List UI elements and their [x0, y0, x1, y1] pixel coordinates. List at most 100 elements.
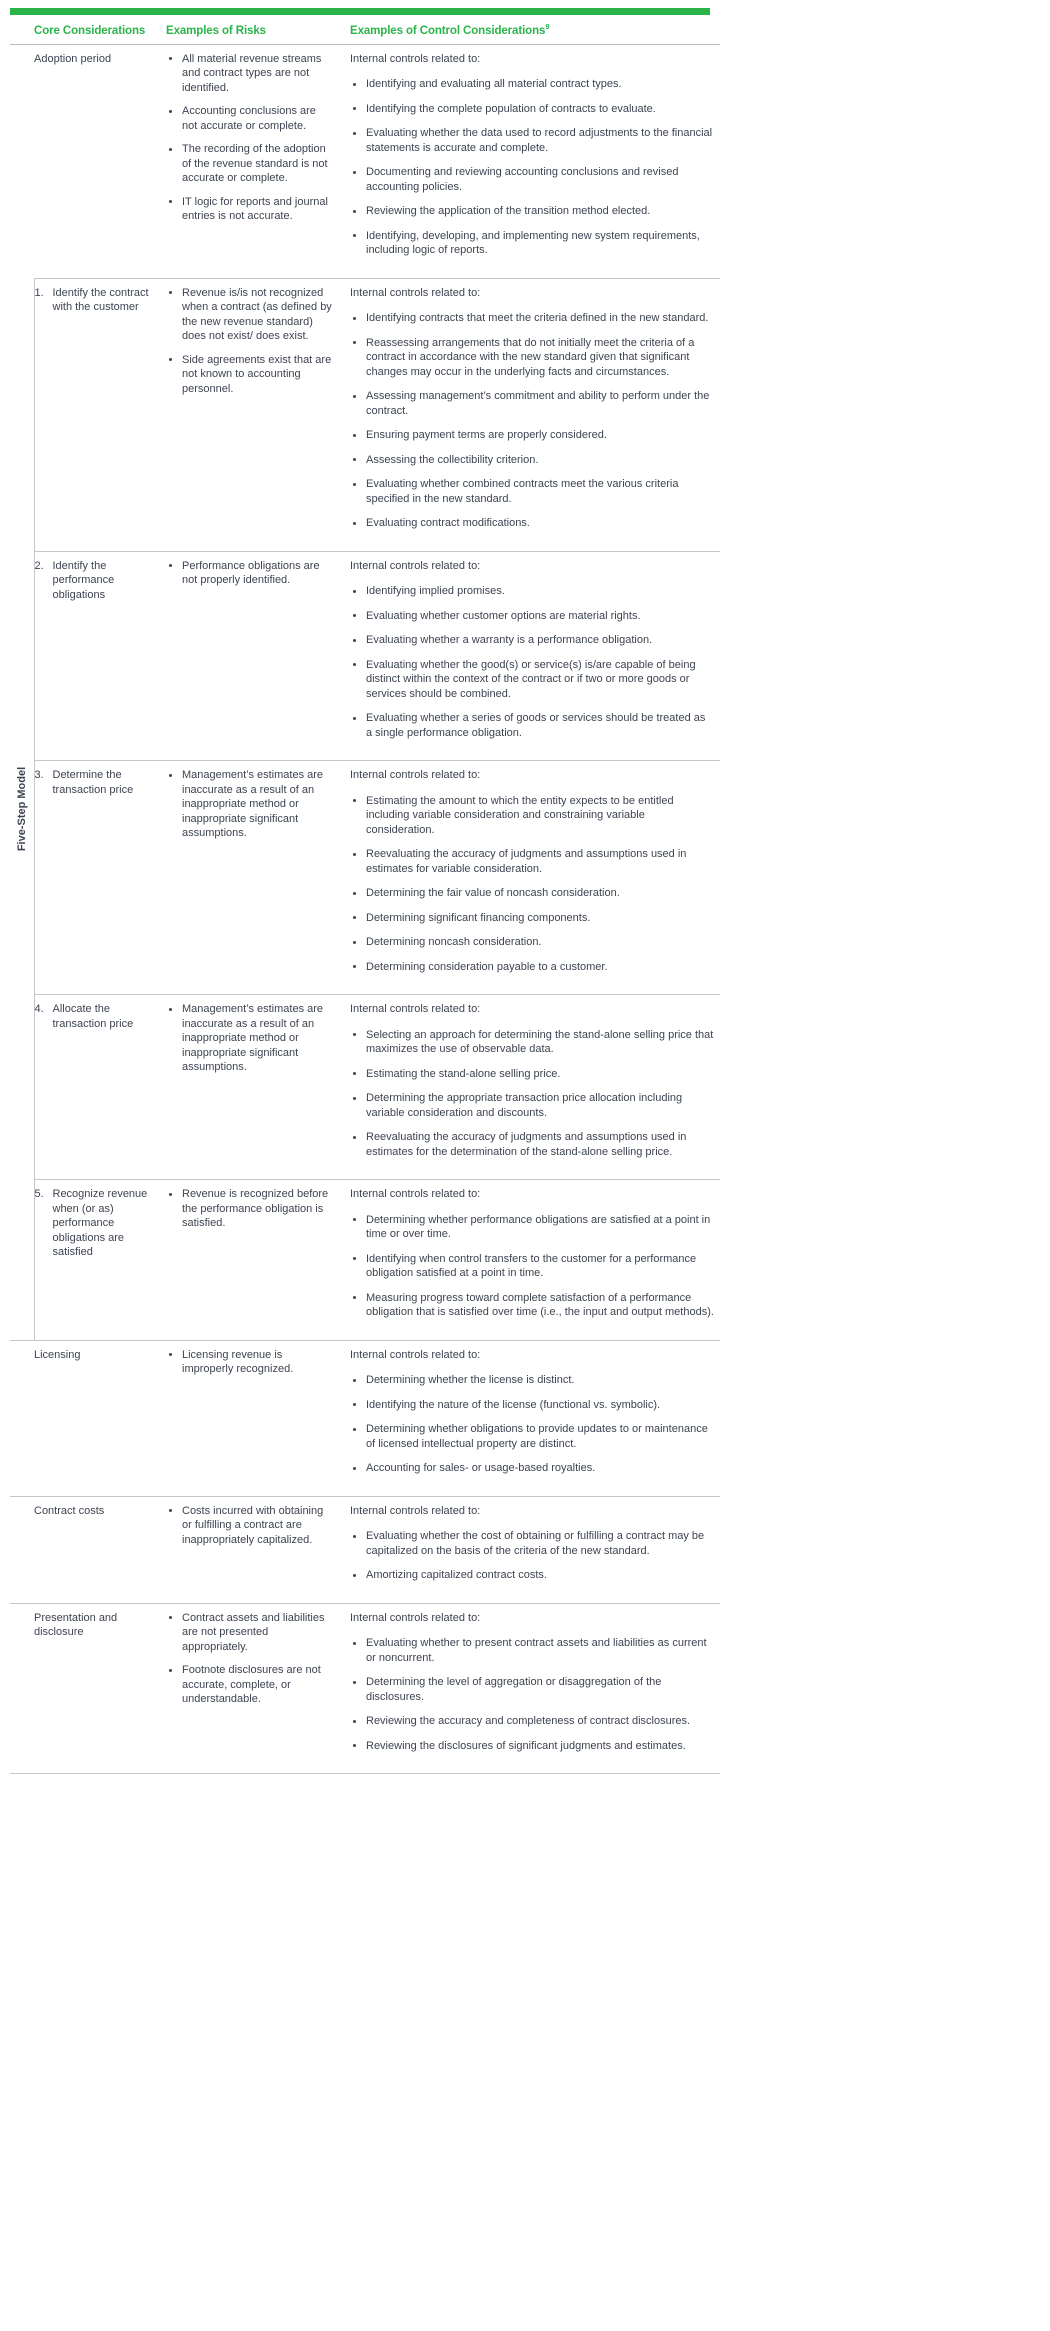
- core-consideration-cell: 4. Allocate the transaction price: [34, 994, 166, 1180]
- header-row: Core Considerations Examples of Risks Ex…: [10, 15, 720, 45]
- control-item: Identifying the complete population of c…: [350, 102, 714, 117]
- risk-item: Revenue is recognized before the perform…: [166, 1187, 334, 1231]
- step-label: Recognize revenue when (or as) performan…: [52, 1188, 148, 1259]
- risks-cell: Management’s estimates are inaccurate as…: [166, 760, 346, 995]
- controls-list: Identifying contracts that meet the crit…: [350, 311, 714, 531]
- risk-item: IT logic for reports and journal entries…: [166, 195, 334, 224]
- core-consideration-cell: Contract costs: [34, 1495, 166, 1604]
- risks-cell: Revenue is recognized before the perform…: [166, 1179, 346, 1341]
- step-label: Allocate the transaction price: [52, 1003, 134, 1030]
- control-item: Determining significant financing compon…: [350, 911, 714, 926]
- step-label: Identify the contract with the customer: [52, 286, 149, 314]
- controls-cell: Internal controls related to: Selecting a…: [346, 994, 720, 1180]
- control-item: Identifying, developing, and implementin…: [350, 229, 714, 258]
- control-item: Assessing management’s commitment and ab…: [350, 389, 714, 418]
- side-spacer-cell: [10, 1495, 34, 1604]
- step-label: Determine the transaction price: [52, 769, 134, 796]
- control-item: Evaluating contract modifications.: [350, 516, 714, 531]
- bottom-rule: [10, 1773, 720, 1775]
- risks-list: Revenue is/is not recognized when a cont…: [166, 286, 334, 397]
- control-item: Reviewing the disclosures of significant…: [350, 1739, 714, 1754]
- table-row: 2. Identify the performance obligations Pe…: [10, 550, 720, 761]
- table-row: 4. Allocate the transaction price Manageme…: [10, 994, 720, 1180]
- step-number: 3.: [34, 769, 44, 782]
- header-examples-of-risks: Examples of Risks: [166, 15, 346, 45]
- controls-list: Selecting an approach for determining th…: [350, 1028, 714, 1160]
- control-item: Reevaluating the accuracy of judgments a…: [350, 1130, 714, 1159]
- risks-list: Management’s estimates are inaccurate as…: [166, 1002, 334, 1075]
- controls-list: Identifying and evaluating all material …: [350, 77, 714, 258]
- controls-lead-text: Internal controls related to:: [350, 1348, 481, 1361]
- risk-item: The recording of the adoption of the rev…: [166, 142, 334, 186]
- control-item: Identifying contracts that meet the crit…: [350, 311, 714, 326]
- five-step-model-label: Five-Step Model: [15, 766, 28, 852]
- risks-cell: Revenue is/is not recognized when a cont…: [166, 277, 346, 552]
- control-item: Amortizing capitalized contract costs.: [350, 1568, 714, 1583]
- risk-item: Revenue is/is not recognized when a cont…: [166, 286, 334, 344]
- risk-item: All material revenue streams and contrac…: [166, 52, 334, 96]
- risks-list: Performance obligations are not properly…: [166, 559, 334, 588]
- five-step-model-side-cell: Five-Step Model: [10, 278, 35, 1341]
- control-item: Selecting an approach for determining th…: [350, 1028, 714, 1057]
- control-item: Evaluating whether the data used to reco…: [350, 126, 714, 155]
- risks-list: Revenue is recognized before the perform…: [166, 1187, 334, 1231]
- core-label: Adoption period: [34, 52, 112, 65]
- control-item: Determining noncash consideration.: [350, 935, 714, 950]
- control-item: Estimating the stand-alone selling price…: [350, 1067, 714, 1082]
- risk-item: Costs incurred with obtaining or fulfill…: [166, 1504, 334, 1548]
- control-item: Identifying when control transfers to th…: [350, 1252, 714, 1281]
- controls-list: Identifying implied promises. Evaluating …: [350, 584, 714, 740]
- risks-list: Contract assets and liabilities are not …: [166, 1611, 334, 1707]
- control-item: Accounting for sales- or usage-based roy…: [350, 1461, 714, 1476]
- risks-list: Management’s estimates are inaccurate as…: [166, 768, 334, 841]
- control-item: Documenting and reviewing accounting con…: [350, 165, 714, 194]
- controls-lead-text: Internal controls related to:: [350, 52, 481, 65]
- control-item: Identifying and evaluating all material …: [350, 77, 714, 92]
- risks-list: Licensing revenue is improperly recogniz…: [166, 1348, 334, 1377]
- risk-item: Management’s estimates are inaccurate as…: [166, 1002, 334, 1075]
- controls-cell: Internal controls related to: Identifying…: [346, 550, 720, 761]
- step-label: Identify the performance obligations: [52, 559, 115, 601]
- core-consideration-cell: Adoption period: [34, 43, 166, 279]
- controls-lead-text: Internal controls related to:: [350, 1188, 481, 1201]
- control-item: Determining the appropriate transaction …: [350, 1091, 714, 1120]
- header-controls-footnote: 9: [545, 22, 550, 31]
- control-item: Determining whether obligations to provi…: [350, 1422, 714, 1451]
- control-item: Evaluating whether to present contract a…: [350, 1636, 714, 1665]
- risk-item: Licensing revenue is improperly recogniz…: [166, 1348, 334, 1377]
- side-spacer-cell: [10, 43, 34, 279]
- control-item: Evaluating whether the good(s) or servic…: [350, 658, 714, 702]
- control-item: Measuring progress toward complete satis…: [350, 1291, 714, 1320]
- controls-list: Estimating the amount to which the entit…: [350, 794, 714, 975]
- table-body: Adoption period All material revenue stre…: [10, 43, 720, 1774]
- table-row: 3. Determine the transaction price Managem…: [10, 760, 720, 995]
- table-row: Licensing Licensing revenue is improperly…: [10, 1339, 720, 1497]
- core-consideration-cell: 5. Recognize revenue when (or as) perform…: [34, 1179, 166, 1341]
- core-consideration-cell: Presentation and disclosure: [34, 1602, 166, 1774]
- core-consideration-cell: 2. Identify the performance obligations: [34, 550, 166, 761]
- control-item: Identifying the nature of the license (f…: [350, 1398, 714, 1413]
- controls-cell: Internal controls related to: Identifying…: [346, 43, 720, 279]
- step-number: 2.: [34, 559, 44, 572]
- step-number: 1.: [34, 286, 44, 299]
- core-label: Contract costs: [34, 1504, 105, 1517]
- header-examples-of-control-considerations: Examples of Control Considerations9: [346, 15, 720, 45]
- controls-cell: Internal controls related to: Estimating …: [346, 760, 720, 995]
- controls-lead-text: Internal controls related to:: [350, 1003, 481, 1016]
- control-item: Evaluating whether a series of goods or …: [350, 711, 714, 740]
- risks-cell: Costs incurred with obtaining or fulfill…: [166, 1495, 346, 1604]
- controls-cell: Internal controls related to: Identifying…: [346, 277, 720, 552]
- header-spacer: [10, 15, 34, 45]
- control-item: Determining the fair value of noncash co…: [350, 886, 714, 901]
- risk-item: Performance obligations are not properly…: [166, 559, 334, 588]
- risks-cell: All material revenue streams and contrac…: [166, 43, 346, 279]
- control-item: Determining the level of aggregation or …: [350, 1675, 714, 1704]
- risk-item: Accounting conclusions are not accurate …: [166, 104, 334, 133]
- risk-item: Side agreements exist that are not known…: [166, 353, 334, 397]
- control-item: Reassessing arrangements that do not ini…: [350, 336, 714, 380]
- controls-lead-text: Internal controls related to:: [350, 286, 481, 299]
- controls-list: Determining whether performance obligati…: [350, 1213, 714, 1320]
- header-core-considerations: Core Considerations: [34, 15, 166, 45]
- controls-cell: Internal controls related to: Determining…: [346, 1339, 720, 1497]
- controls-lead-text: Internal controls related to:: [350, 1504, 481, 1517]
